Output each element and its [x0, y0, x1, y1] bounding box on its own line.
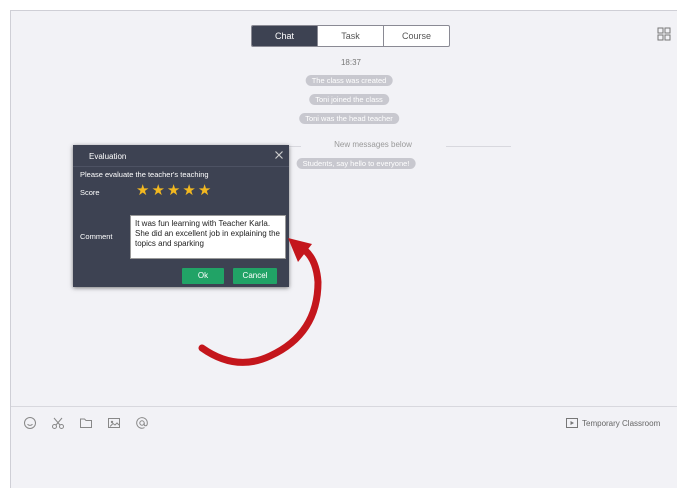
folder-icon[interactable] — [79, 416, 93, 430]
cancel-button[interactable]: Cancel — [233, 268, 277, 284]
temporary-classroom-label: Temporary Classroom — [582, 418, 661, 428]
tab-course[interactable]: Course — [384, 26, 449, 46]
system-message: The class was created — [305, 75, 393, 86]
system-message: Toni was the head teacher — [299, 113, 399, 124]
tab-chat[interactable]: Chat — [252, 26, 318, 46]
star-icon[interactable]: ★ — [198, 182, 211, 199]
dialog-divider — [73, 166, 289, 167]
emoji-icon[interactable] — [23, 416, 37, 430]
star-icon[interactable]: ★ — [136, 182, 149, 199]
scissors-icon[interactable] — [51, 416, 65, 430]
close-icon[interactable] — [274, 150, 284, 160]
evaluation-prompt: Please evaluate the teacher's teaching — [80, 170, 209, 179]
score-label: Score — [80, 188, 100, 197]
temporary-classroom-button[interactable]: Temporary Classroom — [566, 418, 660, 428]
message-timestamp: 18:37 — [340, 58, 362, 67]
tab-task[interactable]: Task — [318, 26, 384, 46]
new-messages-label: New messages below — [334, 140, 412, 149]
chat-window: Chat Task Course 18:37 The class was cre… — [10, 10, 677, 488]
classroom-icon — [566, 418, 578, 428]
comment-field[interactable]: It was fun learning with Teacher Karla. … — [130, 215, 286, 259]
star-icon[interactable]: ★ — [182, 182, 195, 199]
mention-icon[interactable] — [135, 416, 149, 430]
system-message: Students, say hello to everyone! — [296, 158, 416, 169]
star-rating: ★ ★ ★ ★ ★ — [136, 182, 211, 199]
input-area-divider — [11, 406, 677, 407]
star-icon[interactable]: ★ — [151, 182, 164, 199]
ok-button[interactable]: Ok — [182, 268, 224, 284]
system-message: Toni joined the class — [309, 94, 389, 105]
comment-label: Comment — [80, 232, 113, 241]
dialog-title: Evaluation — [89, 152, 127, 161]
evaluation-dialog: Evaluation Please evaluate the teacher's… — [73, 145, 289, 287]
image-icon[interactable] — [107, 416, 121, 430]
grid-icon[interactable] — [657, 27, 671, 41]
tab-bar: Chat Task Course — [251, 25, 450, 47]
star-icon[interactable]: ★ — [167, 182, 180, 199]
